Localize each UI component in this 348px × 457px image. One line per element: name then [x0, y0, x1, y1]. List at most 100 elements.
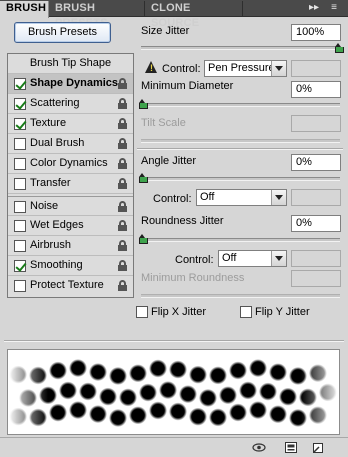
- control-pen-pressure-select[interactable]: Pen Pressure: [204, 60, 287, 77]
- lock-icon[interactable]: [118, 240, 127, 251]
- option-scattering[interactable]: Scattering: [8, 94, 133, 114]
- brush-dot: [49, 403, 67, 422]
- lock-icon[interactable]: [118, 138, 127, 149]
- brush-dot: [169, 402, 187, 421]
- brush-dot: [249, 401, 267, 420]
- flip-x-jitter-checkbox[interactable]: [136, 306, 148, 318]
- shape-dynamics-checkbox[interactable]: [14, 78, 26, 90]
- color-dynamics-checkbox[interactable]: [14, 158, 26, 170]
- brush-dot: [109, 366, 127, 385]
- transfer-checkbox[interactable]: [14, 178, 26, 190]
- lock-icon[interactable]: [118, 78, 127, 89]
- control-angle-select[interactable]: Off: [196, 189, 287, 206]
- option-color-dynamics[interactable]: Color Dynamics: [8, 154, 133, 174]
- tab-brush[interactable]: BRUSH: [0, 1, 49, 18]
- size-jitter-slider[interactable]: [141, 46, 340, 50]
- lock-icon[interactable]: [118, 201, 127, 212]
- brush-dot: [109, 408, 127, 427]
- brush-dot: [189, 365, 207, 384]
- minimum-diameter-slider-thumb[interactable]: [139, 99, 148, 109]
- divider: [4, 340, 344, 342]
- control-label: Control:: [153, 193, 192, 205]
- lock-icon[interactable]: [118, 260, 127, 271]
- lock-icon[interactable]: [118, 98, 127, 109]
- texture-checkbox[interactable]: [14, 118, 26, 130]
- minimum-diameter-field[interactable]: 0%: [291, 81, 341, 98]
- roundness-jitter-label: Roundness Jitter: [141, 215, 224, 227]
- panel-menu-icon[interactable]: ≡: [326, 1, 342, 16]
- lock-icon[interactable]: [118, 178, 127, 189]
- dual-brush-checkbox[interactable]: [14, 138, 26, 150]
- tab-clone-source[interactable]: CLONE SOURCE: [145, 1, 243, 29]
- eye-toggle-icon[interactable]: [252, 441, 266, 454]
- control-roundness-select[interactable]: Off: [218, 250, 287, 267]
- lock-icon[interactable]: [118, 280, 127, 291]
- option-label: Texture: [30, 117, 67, 129]
- chevron-down-icon: [271, 61, 286, 76]
- brush-dot: [249, 359, 267, 378]
- control-value: Off: [200, 191, 215, 203]
- brush-dot: [259, 382, 277, 401]
- brush-dot: [149, 359, 167, 378]
- roundness-jitter-slider[interactable]: [141, 238, 340, 242]
- brush-dot: [229, 361, 247, 380]
- minimum-roundness-field: [291, 270, 341, 287]
- minimum-diameter-slider[interactable]: [141, 103, 340, 107]
- option-transfer[interactable]: Transfer: [8, 174, 133, 194]
- roundness-jitter-slider-thumb[interactable]: [139, 234, 148, 244]
- collapse-panel-icon[interactable]: ▸▸: [306, 1, 322, 16]
- control-label: Control:: [175, 254, 214, 266]
- airbrush-checkbox[interactable]: [14, 240, 26, 252]
- tab-brush-label: BRUSH: [6, 2, 47, 14]
- smoothing-checkbox[interactable]: [14, 260, 26, 272]
- option-wet-edges[interactable]: Wet Edges: [8, 216, 133, 236]
- size-jitter-slider-thumb[interactable]: [335, 43, 344, 53]
- brush-dot: [139, 383, 157, 402]
- option-label: Protect Texture: [30, 279, 104, 291]
- lock-icon[interactable]: [118, 118, 127, 129]
- panel-tab-bar: BRUSH BRUSH PRESETS CLONE SOURCE ▸▸ ≡: [0, 0, 348, 29]
- brush-dot: [129, 364, 147, 383]
- tilt-scale-field: [291, 115, 341, 132]
- scattering-checkbox[interactable]: [14, 98, 26, 110]
- option-smoothing[interactable]: Smoothing: [8, 256, 133, 276]
- lock-icon[interactable]: [118, 158, 127, 169]
- lock-icon[interactable]: [118, 220, 127, 231]
- tab-brush-presets[interactable]: BRUSH PRESETS: [49, 1, 145, 29]
- tilt-scale-slider: [141, 139, 340, 143]
- roundness-jitter-field[interactable]: 0%: [291, 215, 341, 232]
- option-noise[interactable]: Noise: [8, 196, 133, 216]
- noise-checkbox[interactable]: [14, 201, 26, 213]
- brush-dot: [169, 360, 187, 379]
- create-new-preset-icon[interactable]: [284, 441, 298, 454]
- brush-dot: [149, 401, 167, 420]
- angle-jitter-field[interactable]: 0%: [291, 154, 341, 171]
- brush-presets-button[interactable]: Brush Presets: [14, 22, 111, 43]
- brush-dot: [69, 359, 87, 378]
- option-brush-tip-shape[interactable]: Brush Tip Shape: [8, 54, 133, 74]
- brush-dot: [159, 381, 177, 400]
- minimum-roundness-label: Minimum Roundness: [141, 272, 245, 284]
- brush-dot: [269, 363, 287, 382]
- wet-edges-checkbox[interactable]: [14, 220, 26, 232]
- size-jitter-field[interactable]: 100%: [291, 24, 341, 41]
- option-airbrush[interactable]: Airbrush: [8, 236, 133, 256]
- brush-dot: [79, 382, 97, 401]
- brush-dot: [279, 387, 297, 406]
- divider: [137, 148, 343, 150]
- flip-x-jitter-label: Flip X Jitter: [151, 306, 207, 318]
- option-texture[interactable]: Texture: [8, 114, 133, 134]
- brush-dot: [59, 381, 77, 400]
- option-dual-brush[interactable]: Dual Brush: [8, 134, 133, 154]
- protect-texture-checkbox[interactable]: [14, 280, 26, 292]
- flip-y-jitter-checkbox[interactable]: [240, 306, 252, 318]
- angle-jitter-slider-thumb[interactable]: [139, 173, 148, 183]
- option-shape-dynamics[interactable]: Shape Dynamics: [8, 74, 133, 94]
- option-label: Noise: [30, 200, 59, 212]
- control-value: Off: [222, 252, 237, 264]
- angle-jitter-slider[interactable]: [141, 177, 340, 181]
- option-protect-texture[interactable]: Protect Texture: [8, 276, 133, 296]
- new-brush-icon[interactable]: [311, 441, 325, 454]
- brush-dot: [119, 388, 137, 407]
- brush-options-list: Brush Tip Shape Shape Dynamics Scatterin…: [7, 53, 134, 298]
